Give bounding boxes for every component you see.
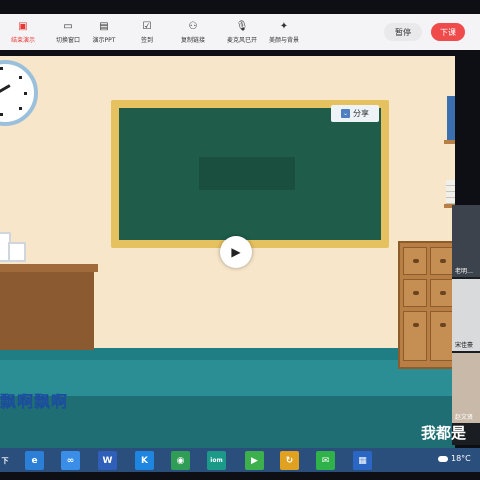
iom-icon[interactable]: iom <box>207 451 226 470</box>
book-stack <box>446 180 455 204</box>
desk-top <box>0 264 98 272</box>
kugou-icon[interactable]: K <box>135 451 154 470</box>
cabinet-drawer <box>430 247 454 275</box>
video-app-icon[interactable]: ▶ <box>245 451 264 470</box>
cabinet-drawer <box>430 311 454 361</box>
check-in-icon: ☑ <box>142 20 152 32</box>
cloud-icon <box>438 455 448 462</box>
clock-tick <box>0 67 3 70</box>
grid-app-icon[interactable]: ▦ <box>353 451 372 470</box>
add-person-icon: ⚇ <box>188 20 198 32</box>
participant-tile[interactable]: 赵文贤 <box>452 353 480 423</box>
play-button[interactable]: ▶ <box>220 236 252 268</box>
clock-tick <box>19 76 22 79</box>
pause-button[interactable]: 暂停 <box>384 23 422 41</box>
cabinet-drawer <box>403 247 427 275</box>
book <box>447 96 455 140</box>
wall-shelf <box>444 140 455 144</box>
edge-icon[interactable]: e <box>25 451 44 470</box>
chevron-down-icon: ⌄ <box>341 109 350 118</box>
video-subtitle-right: 我都是 <box>421 424 467 442</box>
floor-bottom <box>0 396 455 448</box>
microphone-icon: 🎙 <box>235 20 249 32</box>
wechat-icon[interactable]: ✉ <box>316 451 335 470</box>
windows-taskbar: 下 e ∞ W K ◉ iom ▶ ↻ ✉ ▦ 18°C <box>0 448 480 472</box>
cabinet-drawer <box>403 279 427 307</box>
share-button[interactable]: ⌄ 分享 <box>331 105 379 122</box>
participant-tile[interactable]: 宋佳豪 <box>452 279 480 351</box>
wps-icon[interactable]: W <box>98 451 117 470</box>
toolbar-checkin-button[interactable]: ☑ 签到 <box>125 20 169 45</box>
clock-tick <box>0 113 3 116</box>
baidu-netdisk-icon[interactable]: ∞ <box>61 451 80 470</box>
toolbar-stop-share-button[interactable]: ▣ 结束演示 <box>1 20 45 45</box>
meeting-toolbar: ▣ 结束演示 ▭ 切换窗口 ▤ 演示PPT ☑ 签到 ⚇ 复制链接 🎙 麦克风已… <box>0 14 480 50</box>
clock-tick <box>24 92 27 95</box>
clock-hand <box>0 84 11 95</box>
cabinet <box>398 241 455 369</box>
refresh-app-icon[interactable]: ↻ <box>280 451 299 470</box>
video-subtitle: 飘啊飘啊 <box>0 392 69 411</box>
participant-tile[interactable]: 老明… <box>452 205 480 277</box>
ppt-icon: ▤ <box>99 20 109 32</box>
weather-widget[interactable]: 18°C <box>438 454 471 463</box>
participant-strip: 老明… 宋佳豪 赵文贤 <box>452 205 480 445</box>
chalkboard-eraser-mark <box>199 157 295 190</box>
screen-share-stop-icon: ▣ <box>18 20 28 32</box>
shared-video[interactable]: ⌄ 分享 ▶ 飘啊飘啊 <box>0 56 455 448</box>
end-class-button[interactable]: 下课 <box>431 23 465 41</box>
sparkle-icon: ✦ <box>279 20 289 32</box>
cabinet-drawer <box>430 279 454 307</box>
cabinet-drawer <box>403 311 427 361</box>
chrome-icon[interactable]: ◉ <box>171 451 190 470</box>
desk <box>0 272 94 350</box>
toolbar-copy-link-button[interactable]: ⚇ 复制链接 <box>171 20 215 45</box>
wall-clock <box>0 60 38 126</box>
toolbar-ppt-button[interactable]: ▤ 演示PPT <box>82 20 126 45</box>
toolbar-microphone-button[interactable]: 🎙 麦克风已开 <box>220 20 264 45</box>
clock-tick <box>19 107 22 110</box>
picture-frame <box>8 242 26 262</box>
share-label: 分享 <box>353 109 369 118</box>
switch-window-icon: ▭ <box>63 20 73 32</box>
start-button[interactable]: 下 <box>0 451 10 470</box>
play-icon: ▶ <box>231 245 241 259</box>
toolbar-beauty-button[interactable]: ✦ 美颜与背景 <box>262 20 306 45</box>
